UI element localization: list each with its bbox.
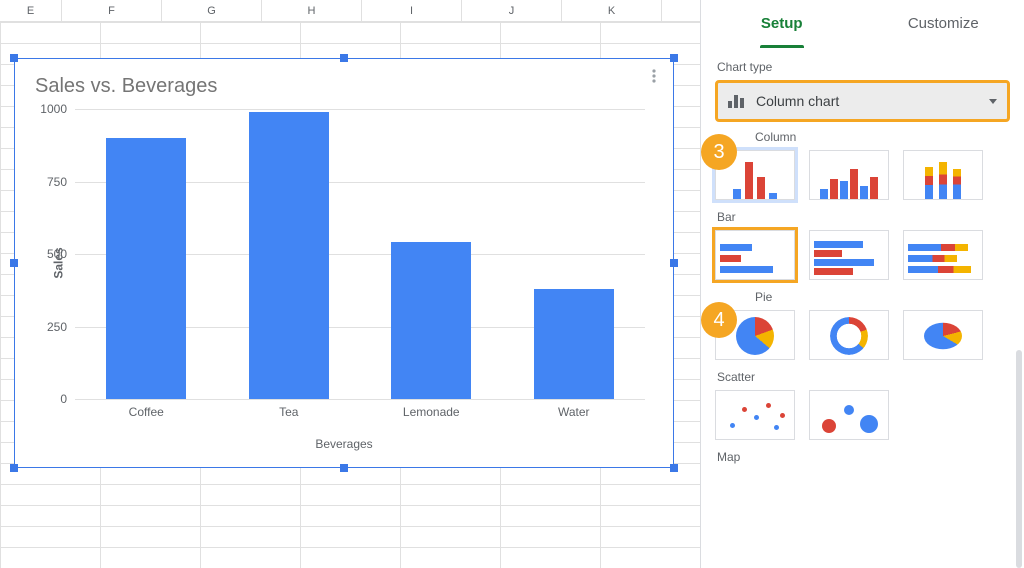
bar[interactable] (106, 138, 186, 399)
resize-handle-tl[interactable] (10, 54, 18, 62)
bar[interactable] (249, 112, 329, 399)
column-header[interactable]: K (562, 0, 662, 21)
chart-thumb-column-stacked[interactable] (903, 150, 983, 200)
chart-thumb-column-grouped[interactable] (809, 150, 889, 200)
x-axis-label: Beverages (15, 437, 673, 451)
y-tick-label: 0 (60, 392, 67, 406)
chevron-down-icon (989, 99, 997, 104)
chart-editor-sidebar: Setup Customize Chart type Column chart … (700, 0, 1024, 568)
group-label-pie: Pie (755, 290, 1010, 304)
column-chart-icon (728, 94, 746, 108)
bar[interactable] (391, 242, 471, 399)
callout-badge-3: 3 (701, 134, 737, 170)
chart-title[interactable]: Sales vs. Beverages (35, 75, 217, 98)
chart-more-menu[interactable] (645, 67, 663, 85)
resize-handle-ml[interactable] (10, 259, 18, 267)
sheet-scrollbar[interactable] (700, 0, 701, 568)
column-header[interactable]: E (0, 0, 62, 21)
y-tick-label: 1000 (40, 102, 67, 116)
group-label-scatter: Scatter (717, 370, 1010, 384)
chart-thumb-donut[interactable] (809, 310, 889, 360)
column-header[interactable]: G (162, 0, 262, 21)
x-tick-label: Tea (218, 405, 361, 419)
column-header[interactable]: I (362, 0, 462, 21)
chart-object[interactable]: Sales vs. Beverages Sales 02505007501000… (14, 58, 674, 468)
column-header[interactable]: J (462, 0, 562, 21)
chart-thumb-bar-simple[interactable] (715, 230, 795, 280)
sidebar-scroll-thumb[interactable] (1016, 350, 1022, 568)
tab-setup[interactable]: Setup (701, 0, 863, 48)
x-tick-label: Lemonade (360, 405, 503, 419)
chart-thumb-bar-stacked[interactable] (903, 230, 983, 280)
group-label-column: Column (755, 130, 1010, 144)
resize-handle-mr[interactable] (670, 259, 678, 267)
column-header[interactable]: H (262, 0, 362, 21)
resize-handle-br[interactable] (670, 464, 678, 472)
group-label-map: Map (717, 450, 1010, 464)
group-label-bar: Bar (717, 210, 1010, 224)
chart-type-value: Column chart (756, 93, 989, 109)
chart-thumb-scatter[interactable] (715, 390, 795, 440)
y-tick-label: 250 (47, 320, 67, 334)
chart-thumb-bubble[interactable] (809, 390, 889, 440)
tab-label: Customize (908, 15, 979, 32)
resize-handle-bm[interactable] (340, 464, 348, 472)
chart-thumb-bar-grouped[interactable] (809, 230, 889, 280)
resize-handle-tm[interactable] (340, 54, 348, 62)
x-tick-label: Water (503, 405, 646, 419)
x-tick-label: Coffee (75, 405, 218, 419)
resize-handle-tr[interactable] (670, 54, 678, 62)
plot-area: 02505007501000CoffeeTeaLemonadeWater (75, 109, 645, 399)
y-tick-label: 500 (47, 247, 67, 261)
bars-container (75, 109, 645, 399)
chart-type-field-label: Chart type (717, 60, 1010, 74)
chart-thumb-pie-3d[interactable] (903, 310, 983, 360)
y-tick-label: 750 (47, 175, 67, 189)
bar[interactable] (534, 289, 614, 399)
tab-label: Setup (761, 15, 803, 32)
callout-label: 3 (713, 141, 724, 164)
tab-customize[interactable]: Customize (863, 0, 1024, 48)
chart-type-select[interactable]: Column chart (715, 80, 1010, 122)
callout-badge-4: 4 (701, 302, 737, 338)
resize-handle-bl[interactable] (10, 464, 18, 472)
editor-tabs: Setup Customize (701, 0, 1024, 48)
column-header[interactable]: F (62, 0, 162, 21)
callout-label: 4 (713, 309, 724, 332)
column-headers: E F G H I J K (0, 0, 700, 22)
gridline (75, 399, 645, 400)
